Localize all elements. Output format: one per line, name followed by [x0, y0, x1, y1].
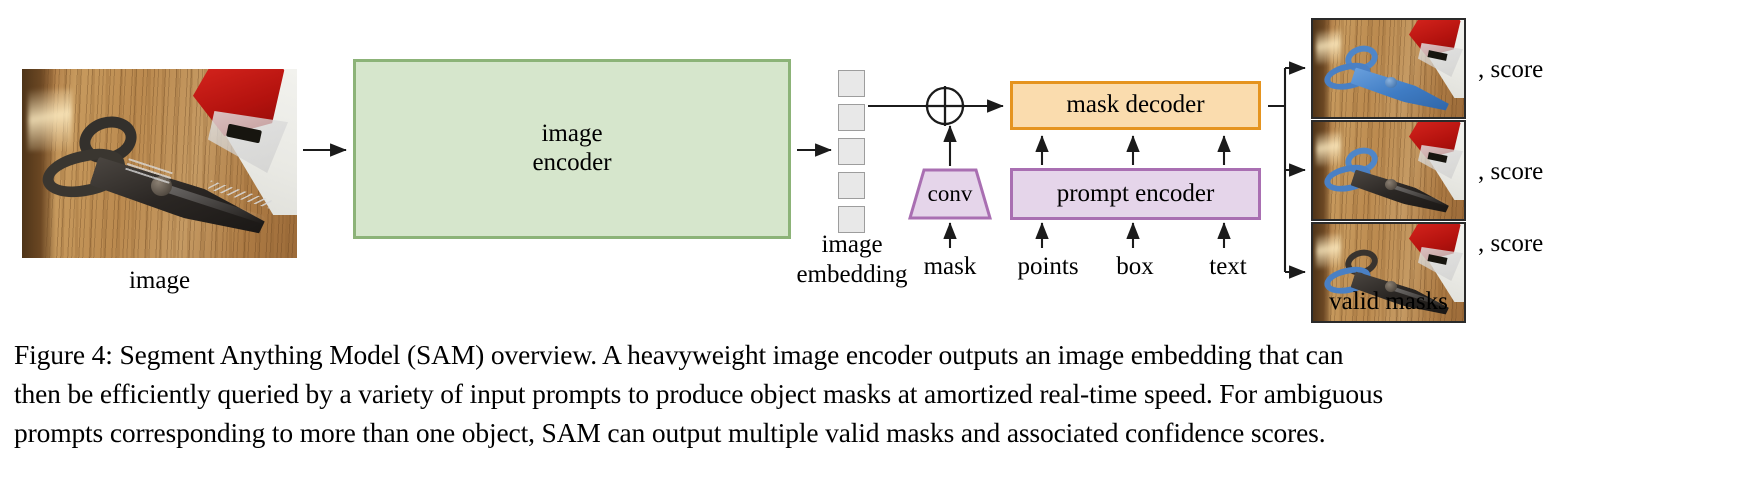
- light-streak: [1316, 132, 1341, 166]
- image-encoder-box: image encoder: [353, 59, 791, 239]
- image-embedding-cell: [838, 104, 865, 131]
- mask-decoder-box: mask decoder: [1010, 81, 1261, 130]
- output-score-label-3: , score: [1478, 230, 1544, 257]
- prompt-input-label-text: text: [1209, 253, 1247, 280]
- prompt-input-label-box: box: [1116, 253, 1154, 280]
- valid-masks-group-label: valid masks: [1329, 288, 1448, 315]
- conv-trapezoid: conv: [908, 168, 992, 220]
- input-image-label: image: [128, 267, 191, 294]
- image-embedding-cell: [838, 70, 865, 97]
- caption-line-3: prompts corresponding to more than one o…: [14, 416, 1326, 448]
- output-score-label-2: , score: [1478, 158, 1544, 185]
- image-embedding-cell: [838, 138, 865, 165]
- output-mask-photo-1: [1311, 18, 1466, 119]
- input-image-photo: [22, 69, 297, 258]
- prompt-encoder-box: prompt encoder: [1010, 168, 1261, 220]
- output-mask-photo-2: [1311, 120, 1466, 221]
- image-embedding-cell: [838, 206, 865, 233]
- light-streak: [28, 89, 72, 151]
- output-score-label-1: , score: [1478, 56, 1544, 83]
- figure-4-sam-overview: image image encoder image embedding conv…: [0, 0, 1738, 500]
- conv-label: conv: [927, 181, 973, 206]
- image-encoder-label-line1: image: [541, 120, 603, 148]
- caption-line-1: Figure 4: Segment Anything Model (SAM) o…: [14, 339, 1344, 370]
- sum-operator-icon: [925, 86, 965, 126]
- scissor-pivot-screw-masked: [1385, 77, 1397, 88]
- prompt-input-label-points: points: [1017, 253, 1079, 280]
- image-embedding-cell: [838, 172, 865, 199]
- caption-line-2: then be efficiently queried by a variety…: [14, 377, 1384, 409]
- image-encoder-label-line2: encoder: [532, 149, 612, 176]
- light-streak: [1316, 30, 1341, 64]
- scissor-pivot-screw: [1385, 179, 1397, 190]
- figure-caption: Figure 4: Segment Anything Model (SAM) o…: [14, 336, 1726, 452]
- light-streak: [1316, 234, 1341, 268]
- prompt-input-label-mask: mask: [923, 253, 977, 280]
